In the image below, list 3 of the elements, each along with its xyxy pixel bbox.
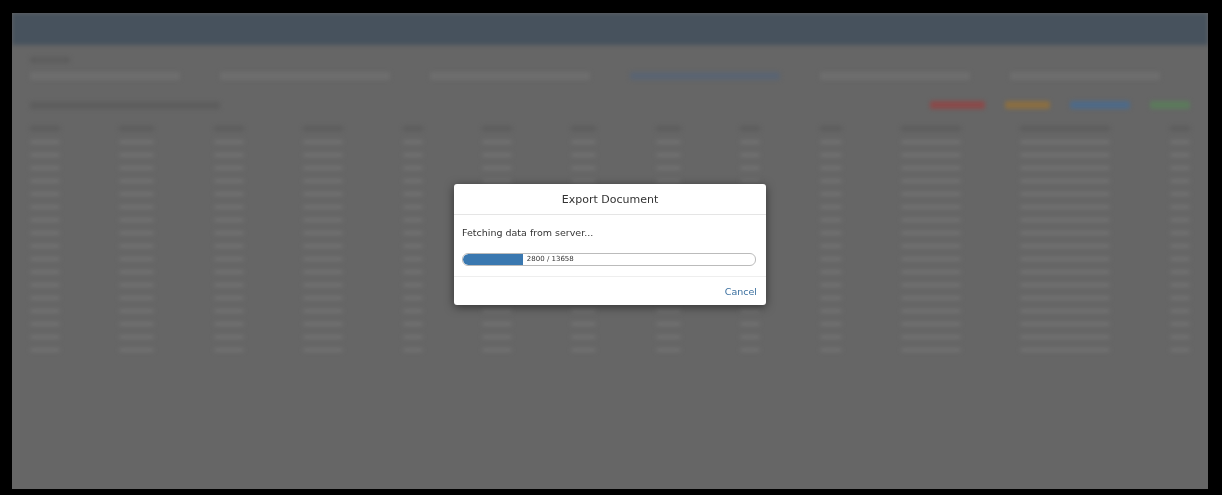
status-message: Fetching data from server... [462, 227, 595, 238]
cancel-button[interactable]: Cancel [721, 283, 760, 299]
dialog-title: Export Document [454, 184, 766, 215]
